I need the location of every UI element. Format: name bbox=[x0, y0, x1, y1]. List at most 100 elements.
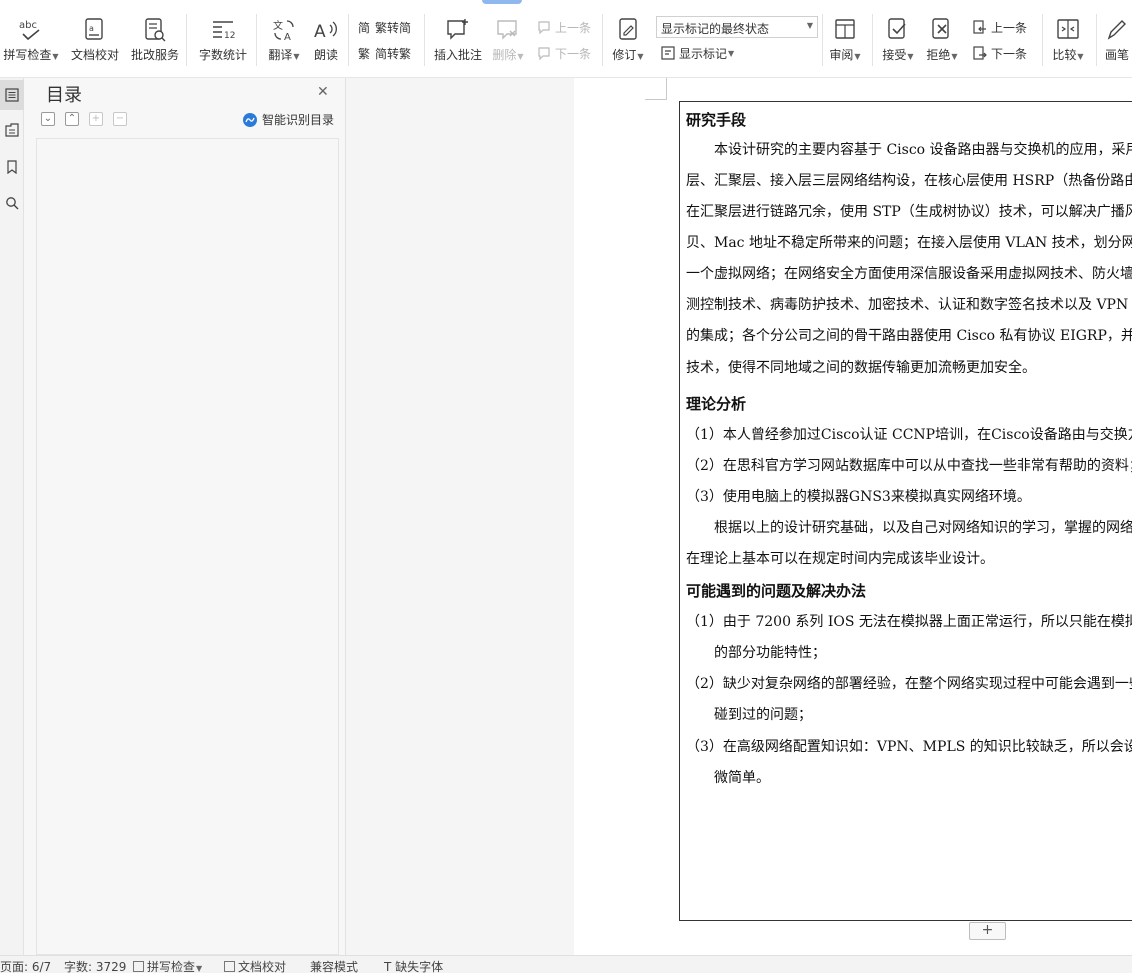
ribbon-separator bbox=[872, 14, 873, 66]
ribbon-top-strip bbox=[0, 0, 1132, 6]
svg-text:123: 123 bbox=[224, 31, 236, 41]
review-label: 审阅 bbox=[829, 48, 854, 62]
paragraph-line[interactable]: （3）在高级网络配置知识如：VPN、MPLS 的知识比较缺乏，所以会设计得稍 bbox=[686, 737, 1132, 757]
paragraph-line[interactable]: 的部分功能特性； bbox=[686, 643, 826, 663]
section-heading[interactable]: 可能遇到的问题及解决办法 bbox=[686, 581, 866, 601]
paragraph-line[interactable]: 的集成；各个分公司之间的骨干路由器使用 Cisco 私有协议 EIGRP，并使用… bbox=[686, 326, 1132, 346]
paragraph-line[interactable]: 一个虚拟网络；在网络安全方面使用深信服设备采用虚拟网技术、防火墙技术、入侵检 bbox=[686, 264, 1132, 284]
toc-icon[interactable] bbox=[0, 80, 24, 110]
paragraph-line[interactable]: 本设计研究的主要内容基于 Cisco 设备路由器与交换机的应用，采用核心 bbox=[686, 140, 1132, 160]
paragraph-line[interactable]: （1）由于 7200 系列 IOS 无法在模拟器上面正常运行，所以只能在模拟器上… bbox=[686, 612, 1132, 632]
navigation-rail bbox=[0, 78, 24, 955]
paragraph-line[interactable]: （3）使用电脑上的模拟器GNS3来模拟真实网络环境。 bbox=[686, 487, 1031, 507]
section-heading[interactable]: 理论分析 bbox=[686, 394, 746, 414]
translate-icon: 文A bbox=[270, 16, 298, 44]
text-box[interactable]: 研究手段 本设计研究的主要内容基于 Cisco 设备路由器与交换机的应用，采用核… bbox=[679, 101, 1132, 921]
svg-text:A: A bbox=[284, 32, 291, 43]
paragraph-line[interactable]: 碰到过的问题； bbox=[686, 705, 812, 725]
ribbon-separator bbox=[822, 14, 823, 66]
delete-comment-button[interactable]: 删除▼ bbox=[488, 16, 528, 64]
word-count-icon: 123 bbox=[209, 16, 237, 44]
accept-button[interactable]: 接受▼ bbox=[878, 16, 918, 64]
read-aloud-button[interactable]: A 朗读 bbox=[308, 16, 344, 62]
paragraph-line[interactable]: （2）在思科官方学习网站数据库中可以从中查找一些非常有帮助的资料； bbox=[686, 456, 1132, 476]
paragraph-line[interactable]: （1）本人曾经参加过Cisco认证 CCNP培训，在Cisco设备路由与交换方面… bbox=[686, 425, 1132, 445]
next-change-icon bbox=[972, 45, 988, 61]
paragraph-line[interactable]: 在汇聚层进行链路冗余，使用 STP（生成树协议）技术，可以解决广播风暴、多帧拷 bbox=[686, 202, 1132, 222]
collapse-icon[interactable]: ⌃ bbox=[65, 112, 79, 126]
expand-icon[interactable]: ⌄ bbox=[41, 112, 55, 126]
simplified-char-icon: 繁 bbox=[357, 46, 370, 61]
paragraph-line[interactable]: 技术，使得不同地域之间的数据传输更加流畅更加安全。 bbox=[686, 358, 1036, 378]
show-markup-button[interactable]: 显示标记 ▼ bbox=[660, 44, 734, 62]
reject-button[interactable]: 拒绝▼ bbox=[922, 16, 962, 64]
missing-font-button[interactable]: T 缺失字体 bbox=[384, 960, 443, 973]
review-ribbon: abc 拼写检查▼ a 文档校对 批改服务 123 字数统计 文A 翻译▼ A … bbox=[0, 0, 1132, 78]
pen-label: 画笔 bbox=[1104, 48, 1129, 62]
paragraph-line[interactable]: （2）缺少对复杂网络的部署经验，在整个网络实现过程中可能会遇到一些之前没有 bbox=[686, 674, 1132, 694]
chevron-down-icon: ▼ bbox=[806, 21, 813, 30]
ribbon-separator bbox=[348, 14, 349, 66]
paragraph-line[interactable]: 微简单。 bbox=[686, 768, 770, 788]
status-spell-check-label: 拼写检查 bbox=[147, 960, 196, 973]
next-change-label: 下一条 bbox=[991, 46, 1028, 61]
paragraph-line[interactable]: 层、汇聚层、接入层三层网络结构设，在核心层使用 HSRP（热备份路由协议）技术， bbox=[686, 171, 1132, 191]
markup-mode-select[interactable]: 显示标记的最终状态 ▼ bbox=[656, 16, 818, 38]
accept-icon bbox=[884, 16, 912, 44]
add-page-button[interactable]: + bbox=[969, 922, 1006, 940]
paragraph-line[interactable]: 根据以上的设计研究基础，以及自己对网络知识的学习，掌握的网络技术， bbox=[686, 518, 1132, 538]
insert-comment-label: 插入批注 bbox=[433, 48, 482, 62]
chapter-navigation-icon[interactable] bbox=[0, 115, 24, 145]
correction-service-button[interactable]: 批改服务 bbox=[126, 16, 184, 62]
compare-button[interactable]: 比较▼ bbox=[1048, 16, 1088, 64]
spell-check-icon: abc bbox=[17, 16, 45, 44]
paragraph-line[interactable]: 测控制技术、病毒防护技术、加密技术、认证和数字签名技术以及 VPN 技术等多种技… bbox=[686, 295, 1132, 315]
search-icon[interactable] bbox=[0, 188, 24, 218]
add-heading-icon[interactable]: + bbox=[89, 112, 103, 126]
word-count-indicator[interactable]: 字数: 3729 bbox=[64, 960, 126, 973]
to-simplified-button[interactable]: 繁 简转繁 bbox=[356, 44, 411, 62]
status-doc-proofread[interactable]: 文档校对 bbox=[224, 960, 286, 973]
next-comment-label: 下一条 bbox=[555, 46, 592, 61]
compat-mode-label: 兼容模式 bbox=[310, 960, 359, 973]
paragraph-line[interactable]: 在理论上基本可以在规定时间内完成该毕业设计。 bbox=[686, 549, 994, 569]
next-change-button[interactable]: 下一条 bbox=[972, 44, 1027, 62]
smart-toc-label: 智能识别目录 bbox=[262, 113, 335, 127]
crop-mark bbox=[666, 78, 667, 100]
doc-proofread-button[interactable]: a 文档校对 bbox=[66, 16, 124, 62]
review-button[interactable]: 审阅▼ bbox=[826, 16, 864, 64]
prev-comment-button[interactable]: 上一条 bbox=[536, 18, 591, 36]
accept-label: 接受 bbox=[882, 48, 907, 62]
ribbon-separator bbox=[256, 14, 257, 66]
page-indicator[interactable]: 页面: 6/7 bbox=[0, 960, 51, 973]
insert-comment-button[interactable]: 插入批注 bbox=[430, 16, 486, 62]
svg-text:abc: abc bbox=[19, 20, 37, 31]
word-count-button[interactable]: 123 字数统计 bbox=[194, 16, 252, 62]
translate-label: 翻译 bbox=[268, 48, 293, 62]
doc-proofread-label: 文档校对 bbox=[70, 48, 119, 62]
spell-check-box-icon bbox=[133, 961, 144, 972]
correction-service-icon bbox=[141, 16, 169, 44]
bookmark-icon[interactable] bbox=[0, 152, 24, 182]
paragraph-line[interactable]: 贝、Mac 地址不稳定所带来的问题；在接入层使用 VLAN 技术，划分网络，每个… bbox=[686, 233, 1132, 253]
translate-button[interactable]: 文A 翻译▼ bbox=[262, 16, 306, 64]
remove-heading-icon[interactable]: − bbox=[113, 112, 127, 126]
revise-button[interactable]: 修订▼ bbox=[608, 16, 648, 64]
toc-title: 目录 bbox=[46, 85, 82, 106]
prev-change-button[interactable]: 上一条 bbox=[972, 18, 1027, 36]
to-traditional-button[interactable]: 简 繁转简 bbox=[356, 18, 411, 36]
correction-service-label: 批改服务 bbox=[130, 48, 179, 62]
toc-list[interactable] bbox=[36, 138, 339, 955]
svg-text:A: A bbox=[314, 22, 326, 42]
status-spell-check[interactable]: 拼写检查▼ bbox=[133, 960, 202, 973]
section-heading[interactable]: 研究手段 bbox=[686, 110, 746, 130]
next-comment-button[interactable]: 下一条 bbox=[536, 44, 591, 62]
active-tab-indicator bbox=[482, 0, 522, 4]
close-icon[interactable]: ✕ bbox=[317, 84, 329, 100]
spell-check-button[interactable]: abc 拼写检查▼ bbox=[2, 16, 60, 64]
smart-toc-button[interactable]: 智能识别目录 bbox=[243, 111, 334, 128]
delete-comment-label: 删除 bbox=[492, 48, 517, 62]
pen-button[interactable]: 画笔 bbox=[1102, 16, 1132, 62]
revise-label: 修订 bbox=[612, 48, 637, 62]
ribbon-separator bbox=[1096, 14, 1097, 66]
